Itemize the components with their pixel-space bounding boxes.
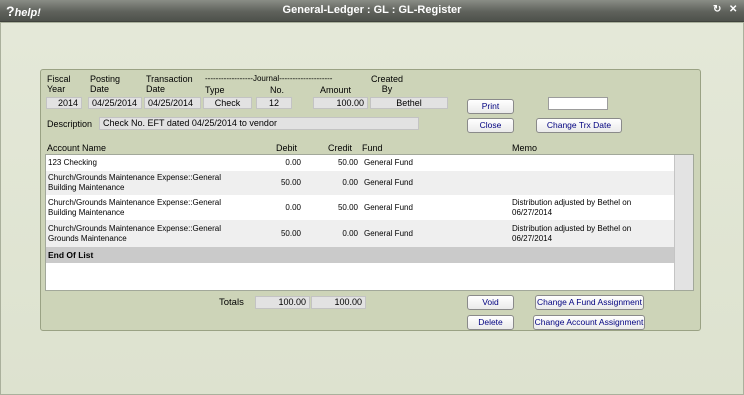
- change-account-assignment-button[interactable]: Change Account Assignment: [533, 315, 645, 330]
- fund-cell: General Fund: [364, 229, 413, 238]
- fiscal-year-field: 2014: [46, 97, 82, 109]
- journal-group-label: ------------------Journal---------------…: [205, 74, 333, 83]
- description-field: Check No. EFT dated 04/25/2014 to vendor: [99, 117, 419, 130]
- table-row[interactable]: 123 Checking 0.00 50.00 General Fund: [46, 155, 674, 171]
- list-scrollbar[interactable]: [674, 155, 693, 290]
- debit-header: Debit: [276, 143, 298, 153]
- fund-cell: General Fund: [364, 203, 413, 212]
- type-field: Check: [203, 97, 252, 109]
- register-list[interactable]: 123 Checking 0.00 50.00 General Fund Chu…: [45, 154, 694, 291]
- memo-cell: Distribution adjusted by Bethel on 06/27/…: [512, 198, 632, 217]
- type-label: Type: [205, 85, 225, 95]
- refresh-icon[interactable]: ↻: [713, 4, 721, 15]
- memo-cell: Distribution adjusted by Bethel on 06/27/…: [512, 224, 632, 243]
- posting-date-label: Posting Date: [90, 74, 121, 94]
- window-title: General-Ledger : GL : GL-Register: [282, 4, 462, 16]
- table-row[interactable]: Church/Grounds Maintenance Expense::Gene…: [46, 171, 674, 195]
- account-cell: 123 Checking: [48, 158, 97, 167]
- fund-header: Fund: [362, 143, 383, 153]
- no-label: No.: [270, 85, 285, 95]
- close-icon[interactable]: ✕: [729, 4, 737, 15]
- credit-header: Credit: [328, 143, 353, 153]
- debit-cell: 50.00: [280, 178, 301, 187]
- transaction-date-field: 04/25/2014: [144, 97, 201, 109]
- credit-cell: 0.00: [342, 229, 358, 238]
- debit-cell: 0.00: [285, 203, 301, 212]
- amount-label: Amount: [320, 85, 352, 95]
- fiscal-year-label: Fiscal Year: [47, 74, 71, 94]
- created-by-label: Created By: [371, 74, 404, 94]
- created-by-field: Bethel: [370, 97, 448, 109]
- fund-cell: General Fund: [364, 178, 413, 187]
- table-row[interactable]: Church/Grounds Maintenance Expense::Gene…: [46, 220, 674, 247]
- void-button[interactable]: Void: [467, 295, 514, 310]
- posting-date-field: 04/25/2014: [88, 97, 142, 109]
- total-debit-field: 100.00: [255, 296, 310, 309]
- debit-cell: 50.00: [280, 229, 301, 238]
- title-bar: ?help! General-Ledger : GL : GL-Register…: [0, 0, 744, 22]
- table-row[interactable]: Church/Grounds Maintenance Expense::Gene…: [46, 195, 674, 220]
- debit-cell: 0.00: [285, 158, 301, 167]
- delete-button[interactable]: Delete: [467, 315, 514, 330]
- credit-cell: 0.00: [342, 178, 358, 187]
- close-button[interactable]: Close: [467, 118, 514, 133]
- print-button[interactable]: Print: [467, 99, 514, 114]
- end-of-list-label: End Of List: [48, 250, 94, 260]
- print-copies-input[interactable]: [548, 97, 608, 110]
- account-cell: Church/Grounds Maintenance Expense::Gene…: [48, 173, 221, 192]
- totals-label: Totals: [219, 297, 244, 308]
- account-cell: Church/Grounds Maintenance Expense::Gene…: [48, 198, 221, 217]
- fund-cell: General Fund: [364, 158, 413, 167]
- transaction-date-label: Transaction Date: [146, 74, 193, 94]
- credit-cell: 50.00: [337, 203, 358, 212]
- account-name-header: Account Name: [47, 143, 107, 153]
- credit-cell: 50.00: [337, 158, 358, 167]
- amount-field: 100.00: [313, 97, 368, 109]
- total-credit-field: 100.00: [311, 296, 366, 309]
- change-fund-assignment-button[interactable]: Change A Fund Assignment: [535, 295, 644, 310]
- account-cell: Church/Grounds Maintenance Expense::Gene…: [48, 224, 221, 243]
- end-of-list-row: End Of List: [46, 247, 674, 263]
- description-label: Description: [47, 119, 93, 129]
- memo-header: Memo: [512, 143, 538, 153]
- change-trx-date-button[interactable]: Change Trx Date: [536, 118, 622, 133]
- journal-no-field: 12: [256, 97, 292, 109]
